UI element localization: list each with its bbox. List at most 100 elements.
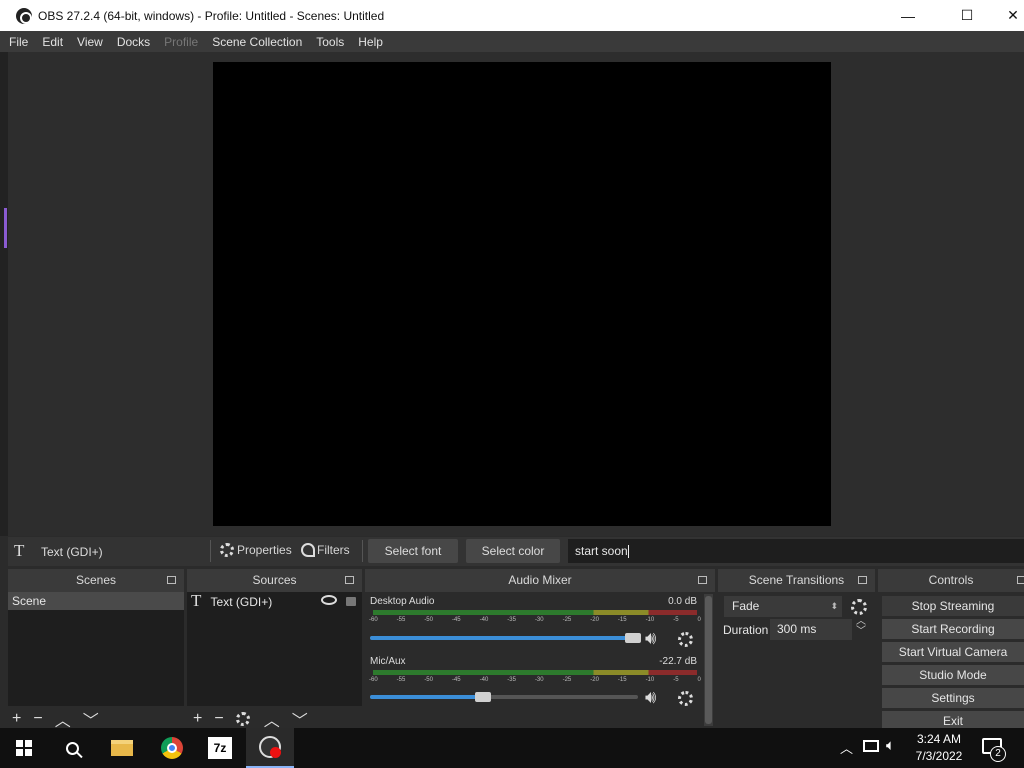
volume-handle[interactable] [474, 692, 491, 702]
tick-label: -10 [645, 617, 655, 623]
sources-dock: Sources T Text (GDI+) + − ︿ ﹀ [187, 569, 362, 730]
select-font-button[interactable]: Select font [368, 539, 458, 563]
spin-arrows-icon[interactable]: ︿ ﹀ [856, 617, 866, 637]
volume-meter [373, 610, 697, 615]
preview-canvas[interactable] [213, 62, 831, 526]
text-input[interactable]: start soon [568, 539, 1024, 563]
start-button[interactable] [0, 728, 48, 768]
text-input-value: start soon [575, 544, 628, 558]
mixer-scrollbar-thumb[interactable] [705, 596, 712, 724]
tick-label: -5 [673, 617, 679, 623]
stop-streaming-button[interactable]: Stop Streaming [882, 596, 1024, 616]
meter-ticks: -60 -55 -50 -45 -40 -35 -30 -25 -20 -15 -10 -5 0 [369, 617, 701, 627]
scenes-list[interactable]: Scene [8, 592, 184, 706]
tick-label: -55 [396, 617, 406, 623]
volume-slider[interactable] [370, 636, 638, 640]
start-recording-button[interactable]: Start Recording [882, 619, 1024, 639]
tick-label: -25 [562, 617, 572, 623]
lock-icon[interactable] [346, 597, 356, 606]
tick-label: 0 [697, 677, 701, 683]
speaker-icon[interactable]: 🔊︎ [645, 687, 656, 708]
duration-value: 300 ms [777, 622, 817, 636]
title-bar: OBS 27.2.4 (64-bit, windows) - Profile: … [0, 0, 1024, 31]
start-virtual-camera-button[interactable]: Start Virtual Camera [882, 642, 1024, 662]
maximize-button[interactable]: ☐ [944, 0, 990, 31]
filters-label: Filters [317, 543, 350, 557]
remove-source-icon[interactable]: − [214, 710, 223, 728]
scenes-dock-header: Scenes [8, 569, 184, 592]
properties-label: Properties [237, 543, 292, 557]
add-source-icon[interactable]: + [193, 710, 202, 728]
float-dock-icon[interactable] [345, 576, 354, 584]
close-button[interactable]: ✕ [990, 0, 1024, 31]
settings-button[interactable]: Settings [882, 688, 1024, 708]
obs-logo-icon [16, 7, 32, 24]
volume-tray-icon[interactable]: 🔈︎ [886, 737, 895, 754]
source-item[interactable]: T Text (GDI+) [187, 592, 362, 610]
dock-splitter-handle[interactable] [4, 208, 7, 248]
tray-clock[interactable]: 3:24 AM 7/3/2022 [910, 731, 968, 765]
gear-icon[interactable] [678, 632, 693, 647]
menu-scene-collection[interactable]: Scene Collection [212, 35, 302, 49]
menu-bar: File Edit View Docks Profile Scene Colle… [0, 31, 1024, 52]
tick-label: -30 [534, 677, 544, 683]
gear-icon [220, 543, 234, 557]
studio-mode-button[interactable]: Studio Mode [882, 665, 1024, 685]
controls-title: Controls [928, 573, 974, 587]
tick-label: -10 [645, 677, 655, 683]
mixer-scrollbar[interactable] [704, 594, 713, 726]
tick-label: -20 [590, 677, 599, 683]
duration-label: Duration [723, 623, 769, 637]
file-explorer-button[interactable] [98, 728, 146, 768]
search-button[interactable] [48, 728, 96, 768]
menu-edit[interactable]: Edit [42, 35, 63, 49]
sources-title: Sources [252, 573, 297, 587]
audio-mixer-dock: Audio Mixer Desktop Audio 0.0 dB -60 -55 -… [365, 569, 715, 728]
select-color-button[interactable]: Select color [466, 539, 560, 563]
scene-item[interactable]: Scene [8, 592, 184, 610]
menu-tools[interactable]: Tools [316, 35, 344, 49]
tick-label: -35 [507, 677, 516, 683]
float-dock-icon[interactable] [698, 576, 707, 584]
tick-label: -25 [562, 677, 572, 683]
tick-label: -45 [451, 617, 461, 623]
window-title: OBS 27.2.4 (64-bit, windows) - Profile: … [38, 8, 385, 23]
speaker-icon[interactable]: 🔊︎ [645, 628, 656, 649]
float-dock-icon[interactable] [1017, 576, 1024, 584]
left-edge [0, 52, 8, 536]
network-icon[interactable] [863, 740, 879, 752]
menu-file[interactable]: File [9, 35, 28, 49]
tick-label: -40 [479, 617, 489, 623]
menu-help[interactable]: Help [358, 35, 383, 49]
obs-taskbar-button[interactable] [246, 728, 294, 768]
audio-mixer-title: Audio Mixer [508, 573, 572, 587]
tick-label: -15 [617, 677, 627, 683]
duration-spinbox[interactable]: 300 ms [770, 619, 852, 640]
float-dock-icon[interactable] [167, 576, 176, 584]
gear-icon[interactable] [678, 691, 693, 706]
scenes-title: Scenes [75, 573, 117, 587]
volume-slider[interactable] [370, 695, 638, 699]
minimize-button[interactable]: — [885, 0, 931, 31]
7zip-button[interactable]: 7z [196, 728, 244, 768]
transition-properties-gear-icon[interactable] [851, 599, 867, 615]
menu-view[interactable]: View [77, 35, 103, 49]
source-properties-gear-icon[interactable] [235, 712, 250, 726]
exit-button[interactable]: Exit [882, 711, 1024, 728]
chevron-up-icon[interactable]: ︿ [840, 738, 853, 757]
float-dock-icon[interactable] [858, 576, 867, 584]
remove-scene-icon[interactable]: − [33, 710, 42, 728]
tick-label: -30 [534, 617, 544, 623]
add-scene-icon[interactable]: + [12, 710, 21, 728]
filters-button[interactable]: Filters [301, 543, 350, 557]
obs-window: OBS 27.2.4 (64-bit, windows) - Profile: … [0, 0, 1024, 768]
eye-icon[interactable] [321, 595, 337, 605]
transition-select[interactable]: Fade ⬍ [724, 596, 842, 617]
properties-button[interactable]: Properties [220, 543, 292, 557]
menu-docks[interactable]: Docks [117, 35, 150, 49]
chrome-button[interactable] [148, 728, 196, 768]
sources-list[interactable]: T Text (GDI+) [187, 592, 362, 706]
channel-name: Mic/Aux [370, 656, 406, 667]
volume-handle[interactable] [624, 633, 641, 643]
channel-name: Desktop Audio [370, 596, 435, 607]
